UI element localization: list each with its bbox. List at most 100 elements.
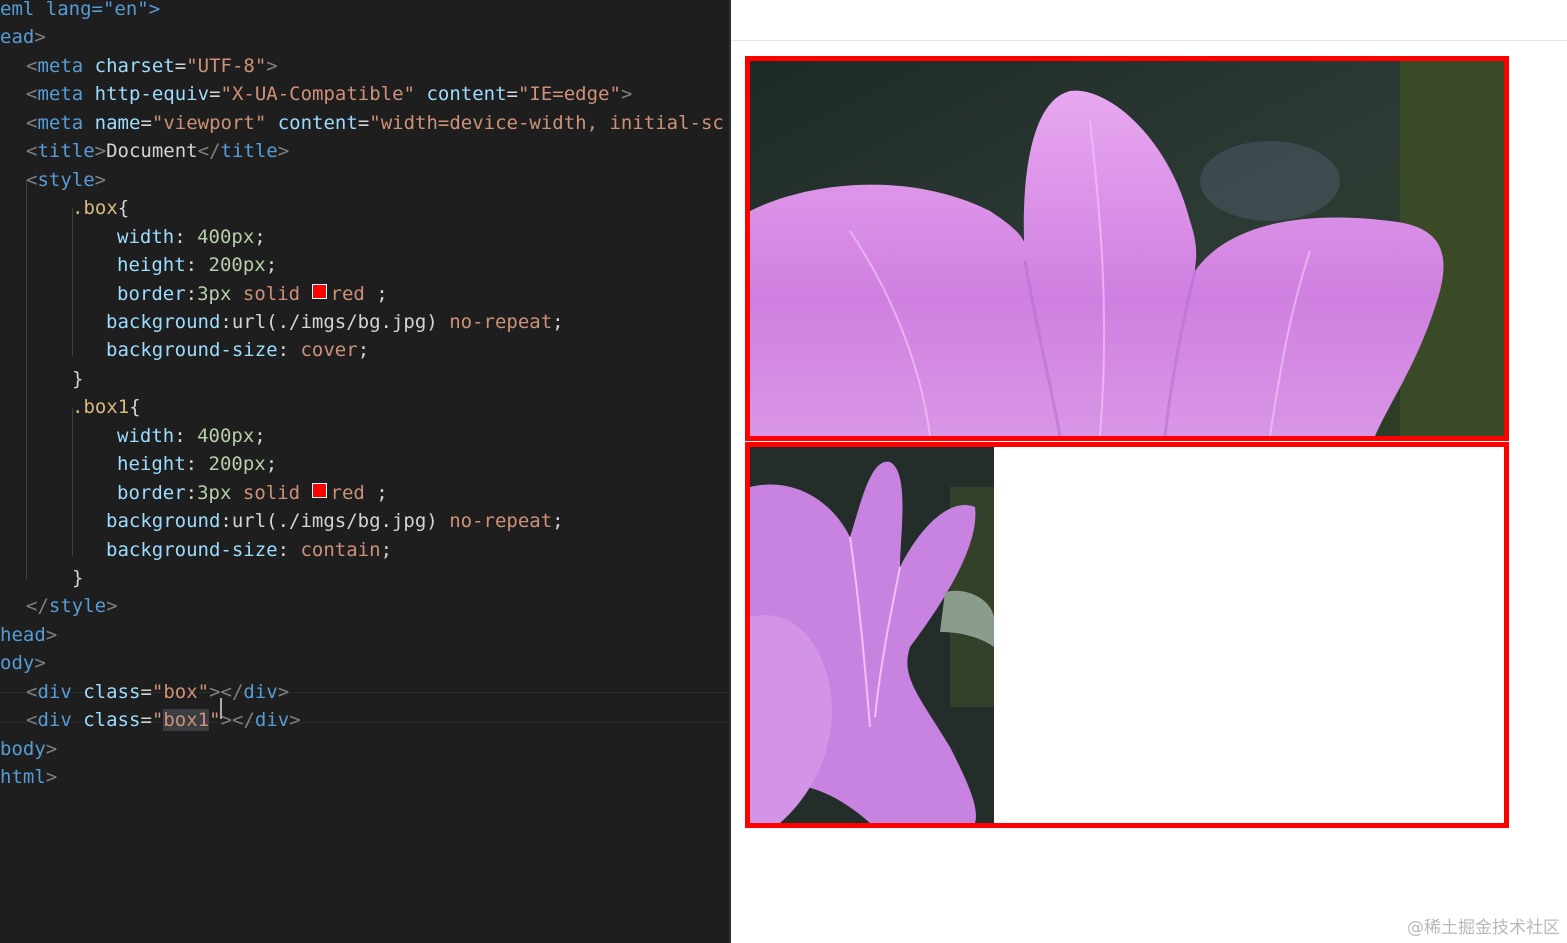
code-token: class (83, 709, 141, 732)
code-token: meta (37, 83, 84, 106)
flower-image-cover (750, 61, 1504, 436)
code-line[interactable]: width: 400px; (117, 223, 266, 251)
color-swatch-icon[interactable] (311, 482, 327, 498)
code-line[interactable]: height: 200px; (117, 450, 277, 478)
code-token: > (289, 709, 301, 732)
code-token: < (26, 83, 38, 106)
browser-preview: @稀土掘金技术社区 (731, 0, 1567, 943)
code-token: ; (364, 481, 388, 504)
code-token: < (26, 54, 38, 77)
code-token: width (117, 225, 175, 248)
code-line[interactable]: body> (0, 735, 57, 763)
code-token: = (140, 680, 152, 703)
text-cursor (220, 698, 222, 719)
code-line[interactable]: width: 400px; (117, 422, 266, 450)
code-token: ; (552, 510, 564, 533)
code-line[interactable]: <meta name="viewport" content="width=dev… (26, 109, 724, 137)
code-token: div (37, 680, 72, 703)
code-token: content (426, 83, 507, 106)
code-token: content (277, 111, 358, 134)
code-token: ; (254, 225, 266, 248)
code-line[interactable]: <style> (26, 166, 106, 194)
code-token: "box" (151, 680, 210, 703)
color-swatch-icon[interactable] (311, 283, 327, 299)
code-token: = (357, 111, 370, 134)
code-token: border (117, 282, 186, 305)
code-line[interactable]: } (72, 564, 83, 592)
code-line[interactable]: background:url(./imgs/bg.jpg) no-repeat; (106, 308, 564, 336)
code-token: : (185, 481, 198, 504)
code-line[interactable]: <meta http-equiv="X-UA-Compatible" conte… (26, 80, 632, 108)
code-token: background (106, 510, 221, 533)
code-line[interactable]: eml lang="en"> (0, 0, 160, 23)
code-line[interactable]: <div class="box1"></div> (26, 706, 301, 734)
code-token: title (37, 140, 95, 163)
code-token: > (277, 140, 290, 163)
code-token: "viewport" (151, 111, 267, 134)
code-line[interactable]: ead> (0, 23, 46, 51)
flower-image-contain (750, 447, 994, 823)
preview-top-separator (731, 40, 1567, 41)
code-line[interactable]: <div class="box"></div> (26, 678, 289, 706)
code-line[interactable]: head> (0, 621, 57, 649)
code-line[interactable]: .box{ (72, 194, 129, 222)
code-token: 400px (197, 225, 255, 248)
code-line[interactable]: .box1{ (72, 393, 141, 421)
code-line[interactable]: </style> (26, 592, 118, 620)
code-token: class (83, 680, 141, 703)
code-token: { (117, 197, 130, 220)
code-token: 3px (197, 481, 232, 504)
code-token: "width=device-width, initial-sc (369, 111, 724, 134)
code-token: > (266, 54, 278, 77)
code-token: ; (380, 538, 393, 561)
code-token: contain (300, 538, 381, 561)
code-token: </ (26, 595, 49, 618)
code-line[interactable]: <meta charset="UTF-8"> (26, 52, 278, 80)
code-line[interactable]: <title>Document</title> (26, 137, 289, 165)
code-line[interactable]: background:url(./imgs/bg.jpg) no-repeat; (106, 507, 564, 535)
code-token: ; (357, 339, 370, 362)
code-token: ></ (220, 709, 255, 732)
code-token: ; (552, 310, 564, 333)
code-token: red (330, 481, 365, 504)
code-token: </ (197, 140, 221, 163)
code-token: = (209, 83, 221, 106)
code-token: no-repeat (449, 510, 553, 533)
code-token: title (220, 140, 278, 163)
code-token: ; (364, 282, 388, 305)
code-token: ></ (209, 680, 244, 703)
code-line[interactable]: html> (0, 763, 57, 791)
code-token: < (26, 680, 38, 703)
code-line[interactable]: background-size: cover; (106, 336, 369, 364)
code-token: > (34, 652, 46, 675)
code-editor[interactable]: eml lang="en"> ead> <meta charset="UTF-8">… (0, 0, 729, 943)
code-token: background (106, 310, 221, 333)
code-token: ody (0, 652, 35, 675)
code-line[interactable]: border:3px solid red ; (117, 479, 388, 507)
code-line[interactable]: ody> (0, 649, 46, 677)
code-token: "X-UA-Compatible" (220, 83, 415, 106)
code-token: : (277, 339, 301, 362)
code-token: background-size (106, 339, 278, 362)
code-token: meta (37, 111, 84, 134)
code-line[interactable]: } (72, 365, 83, 393)
code-token: } (72, 367, 84, 390)
code-token: .box (72, 197, 118, 220)
code-line[interactable]: border:3px solid red ; (117, 280, 388, 308)
indent-guide (72, 208, 73, 356)
code-line[interactable]: background-size: contain; (106, 536, 392, 564)
code-token: > (94, 168, 107, 191)
code-token: > (34, 26, 46, 49)
code-token: ; (254, 424, 266, 447)
box-contain (745, 442, 1509, 828)
code-line[interactable]: height: 200px; (117, 251, 277, 279)
code-token: > (45, 766, 58, 789)
